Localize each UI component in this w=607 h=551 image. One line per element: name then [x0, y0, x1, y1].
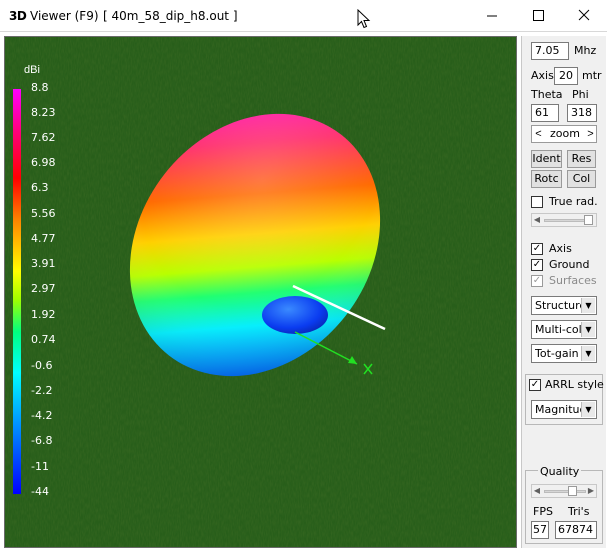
- chevron-down-icon: ▼: [581, 322, 595, 337]
- minimize-icon: [487, 15, 497, 17]
- magnitude-select[interactable]: Magnitude ▼: [531, 400, 597, 419]
- chevron-down-icon: ▼: [581, 298, 595, 313]
- legend-unit: dBi: [24, 64, 40, 76]
- zoom-out-button[interactable]: <: [532, 126, 545, 142]
- zoom-label: zoom: [550, 127, 580, 140]
- quality-label: Quality: [538, 465, 582, 478]
- close-icon: [578, 9, 590, 21]
- slider-right-arrow-icon[interactable]: ▶: [586, 485, 596, 497]
- color-mode-select[interactable]: Multi-color ▼: [531, 320, 597, 339]
- color-mode-select-value: Multi-color: [535, 323, 581, 336]
- frequency-unit: Mhz: [574, 44, 597, 57]
- legend-tick: -2.2: [31, 384, 53, 397]
- axis-length-unit: mtr: [582, 69, 602, 82]
- axis-length-input[interactable]: 20: [554, 67, 578, 85]
- surfaces-checkbox[interactable]: ✓: [531, 275, 543, 287]
- legend-tick: 6.98: [31, 156, 56, 169]
- legend-tick: 3.91: [31, 257, 56, 270]
- legend-tick: 8.8: [31, 81, 49, 94]
- axis-length-label: Axis: [531, 69, 554, 82]
- col-button[interactable]: Col: [567, 170, 596, 188]
- file-name: [ 40m_58_dip_h8.out ]: [103, 9, 238, 23]
- zoom-control: < zoom >: [531, 125, 597, 143]
- fps-value: 57: [531, 521, 549, 539]
- true-rad-label: True rad.: [549, 195, 598, 208]
- gain-select-value: Tot-gain: [535, 347, 579, 360]
- chevron-down-icon: ▼: [581, 402, 595, 417]
- minimize-button[interactable]: [469, 0, 515, 31]
- surfaces-label: Surfaces: [549, 274, 597, 287]
- control-panel: 7.05 Mhz Axis 20 mtr Theta Phi 61 318 < …: [521, 36, 606, 548]
- structure-select-value: Structure: [535, 299, 581, 312]
- ground-checkbox[interactable]: ✓: [531, 259, 543, 271]
- slider-left-arrow-icon[interactable]: ◀: [532, 485, 542, 497]
- maximize-button[interactable]: [515, 0, 561, 31]
- window-title: Viewer (F9): [30, 9, 99, 23]
- legend-tick: 0.74: [31, 333, 56, 346]
- ground-label: Ground: [549, 258, 590, 271]
- structure-select[interactable]: Structure ▼: [531, 296, 597, 315]
- slider-left-arrow-icon[interactable]: ◀: [532, 214, 542, 226]
- legend-tick: -44: [31, 485, 49, 498]
- slider-thumb[interactable]: [584, 215, 593, 225]
- legend-tick: 8.23: [31, 106, 56, 119]
- legend-tick: 2.97: [31, 282, 56, 295]
- 3d-viewport[interactable]: dBi 8.8 8.23 7.62 6.98 6.3 5.56 4.77 3.9…: [4, 36, 517, 548]
- legend-tick: 7.62: [31, 131, 56, 144]
- tris-label: Tri's: [568, 505, 590, 518]
- rotc-button[interactable]: Rotc: [531, 170, 562, 188]
- zoom-in-button[interactable]: >: [584, 126, 597, 142]
- true-rad-checkbox[interactable]: [531, 196, 543, 208]
- legend-tick: -11: [31, 460, 49, 473]
- legend-tick: -4.2: [31, 409, 53, 422]
- fps-label: FPS: [533, 505, 553, 518]
- legend-tick: 4.77: [31, 232, 56, 245]
- gain-select[interactable]: Tot-gain ▼: [531, 344, 597, 363]
- magnitude-select-value: Magnitude: [535, 403, 581, 416]
- res-button[interactable]: Res: [567, 150, 596, 168]
- legend-tick: 6.3: [31, 181, 49, 194]
- theta-input[interactable]: 61: [531, 104, 559, 122]
- color-scale-bar: [13, 89, 21, 494]
- slider-thumb[interactable]: [568, 486, 577, 496]
- maximize-icon: [533, 10, 544, 21]
- true-rad-slider[interactable]: ◀: [531, 213, 597, 227]
- legend-tick: 1.92: [31, 308, 56, 321]
- chevron-down-icon: ▼: [581, 346, 595, 361]
- arrl-style-label: ARRL style: [545, 378, 604, 391]
- phi-input[interactable]: 318: [567, 104, 597, 122]
- axis-check-label: Axis: [549, 242, 572, 255]
- arrl-style-checkbox[interactable]: ✓: [529, 379, 541, 391]
- legend-tick: -0.6: [31, 359, 53, 372]
- title-bar: 3D Viewer (F9) [ 40m_58_dip_h8.out ]: [0, 0, 607, 32]
- frequency-input[interactable]: 7.05: [531, 42, 569, 60]
- phi-label: Phi: [572, 88, 589, 101]
- legend-tick: 5.56: [31, 207, 56, 220]
- close-button[interactable]: [561, 0, 607, 31]
- radiation-pattern-scene: [5, 37, 516, 547]
- ident-button[interactable]: Ident: [531, 150, 562, 168]
- mouse-cursor-icon: [357, 9, 371, 29]
- axis-checkbox[interactable]: ✓: [531, 243, 543, 255]
- legend-tick: -6.8: [31, 434, 53, 447]
- quality-slider[interactable]: ◀ ▶: [531, 484, 597, 498]
- back-lobe: [262, 296, 328, 334]
- app-logo: 3D: [9, 9, 27, 23]
- theta-label: Theta: [531, 88, 563, 101]
- tris-value: 67874: [555, 521, 597, 539]
